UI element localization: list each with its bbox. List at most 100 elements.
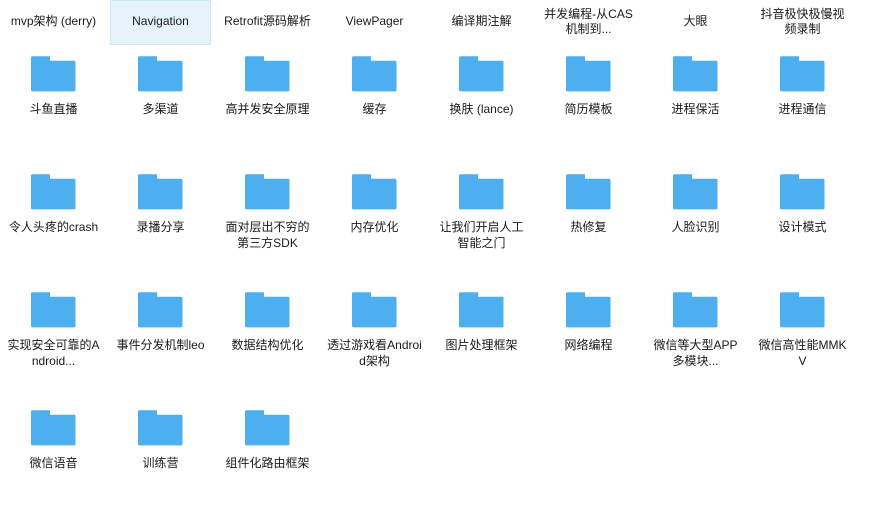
folder-item-label: 微信等大型APP多模块... xyxy=(653,338,738,368)
folder-icon xyxy=(672,56,717,92)
folder-item[interactable]: 缓存 xyxy=(321,46,428,164)
folder-item[interactable]: 换肤 (lance) xyxy=(428,46,535,164)
folder-item-label: 进程保活 xyxy=(671,102,720,116)
folder-item[interactable]: Navigation xyxy=(107,0,214,46)
folder-item[interactable]: 图片处理框架 xyxy=(428,282,535,400)
folder-icon xyxy=(137,410,182,446)
folder-item-hit[interactable]: 令人头疼的crash xyxy=(3,164,104,276)
folder-item[interactable]: 进程保活 xyxy=(642,46,749,164)
folder-item-label: 微信语音 xyxy=(29,456,78,470)
folder-item[interactable]: 设计模式 xyxy=(749,164,856,282)
folder-item[interactable]: 并发编程-从CAS机制到... xyxy=(535,0,642,46)
folder-item-hit[interactable]: 进程保活 xyxy=(645,46,746,158)
folder-icon xyxy=(351,174,396,210)
folder-item-hit[interactable]: 进程通信 xyxy=(752,46,853,158)
folder-item-label: Navigation xyxy=(132,14,189,28)
folder-item-label: 透过游戏看Android架构 xyxy=(327,338,422,368)
folder-item-hit[interactable]: 简历模板 xyxy=(538,46,639,158)
folder-item-label: 编译期注解 xyxy=(451,14,512,28)
folder-item[interactable]: 微信语音 xyxy=(0,400,107,518)
folder-item-hit[interactable]: 人脸识别 xyxy=(645,164,746,276)
folder-item[interactable]: 训练营 xyxy=(107,400,214,518)
folder-item-hit[interactable]: 录播分享 xyxy=(110,164,211,276)
folder-item-hit[interactable]: ViewPager xyxy=(324,0,425,45)
folder-item-label: 热修复 xyxy=(570,220,607,234)
folder-item[interactable]: 微信等大型APP多模块... xyxy=(642,282,749,400)
folder-item-hit[interactable]: 面对层出不穷的第三方SDK xyxy=(217,164,318,276)
folder-item[interactable]: 编译期注解 xyxy=(428,0,535,46)
folder-item-selected[interactable]: Navigation xyxy=(110,0,211,45)
folder-item-hit[interactable]: 大眼 xyxy=(645,0,746,45)
folder-item-hit[interactable]: 热修复 xyxy=(538,164,639,276)
folder-item[interactable]: 热修复 xyxy=(535,164,642,282)
folder-item[interactable]: 网络编程 xyxy=(535,282,642,400)
folder-item[interactable]: mvp架构 (derry) xyxy=(0,0,107,46)
folder-item-label: ViewPager xyxy=(345,14,404,28)
folder-item[interactable]: 让我们开启人工智能之门 xyxy=(428,164,535,282)
folder-icon xyxy=(244,56,289,92)
folder-icon xyxy=(137,174,182,210)
folder-item-hit[interactable]: 微信等大型APP多模块... xyxy=(645,282,746,394)
folder-item-hit[interactable]: 图片处理框架 xyxy=(431,282,532,394)
folder-item[interactable]: 大眼 xyxy=(642,0,749,46)
folder-item-label: 事件分发机制leo xyxy=(116,338,205,352)
folder-item[interactable]: Retrofit源码解析 xyxy=(214,0,321,46)
folder-item-hit[interactable]: 抖音极快极慢视频录制 xyxy=(752,0,853,45)
folder-item[interactable]: 微信高性能MMKV xyxy=(749,282,856,400)
folder-item-hit[interactable]: 数据结构优化 xyxy=(217,282,318,394)
folder-item-label: 录播分享 xyxy=(136,220,185,234)
folder-item-hit[interactable]: 事件分发机制leo xyxy=(110,282,211,394)
folder-item-hit[interactable]: 换肤 (lance) xyxy=(431,46,532,158)
folder-icon xyxy=(565,56,610,92)
folder-item-hit[interactable]: 实现安全可靠的Android... xyxy=(3,282,104,394)
folder-item-label: 内存优化 xyxy=(350,220,399,234)
folder-icon xyxy=(244,292,289,328)
folder-item-hit[interactable]: Retrofit源码解析 xyxy=(217,0,318,45)
folder-icon xyxy=(30,292,75,328)
folder-item-label: 组件化路由框架 xyxy=(225,456,310,470)
folder-item-hit[interactable]: 高并发安全原理 xyxy=(217,46,318,158)
folder-icon xyxy=(137,56,182,92)
folder-item-hit[interactable]: 透过游戏看Android架构 xyxy=(324,282,425,394)
folder-item-hit[interactable]: 编译期注解 xyxy=(431,0,532,45)
folder-item[interactable]: 实现安全可靠的Android... xyxy=(0,282,107,400)
folder-item-label: 缓存 xyxy=(362,102,387,116)
folder-item-hit[interactable]: 训练营 xyxy=(110,400,211,512)
folder-item-hit[interactable]: 网络编程 xyxy=(538,282,639,394)
folder-item[interactable]: 数据结构优化 xyxy=(214,282,321,400)
folder-item-label: 设计模式 xyxy=(778,220,827,234)
folder-item-hit[interactable]: 缓存 xyxy=(324,46,425,158)
folder-item-label: 简历模板 xyxy=(564,102,613,116)
folder-item-hit[interactable]: 斗鱼直播 xyxy=(3,46,104,158)
folder-item-hit[interactable]: mvp架构 (derry) xyxy=(3,0,104,45)
folder-icon xyxy=(458,56,503,92)
folder-item[interactable]: 透过游戏看Android架构 xyxy=(321,282,428,400)
folder-item-hit[interactable]: 设计模式 xyxy=(752,164,853,276)
folder-item-label: Retrofit源码解析 xyxy=(224,14,311,28)
folder-item-hit[interactable]: 让我们开启人工智能之门 xyxy=(431,164,532,276)
folder-item[interactable]: 录播分享 xyxy=(107,164,214,282)
folder-item[interactable]: ViewPager xyxy=(321,0,428,46)
grid-row: 实现安全可靠的Android... 事件分发机制leo 数据结构优化 透过游戏看And… xyxy=(0,282,875,400)
folder-item[interactable]: 事件分发机制leo xyxy=(107,282,214,400)
folder-item-label: 人脸识别 xyxy=(671,220,720,234)
folder-item[interactable]: 进程通信 xyxy=(749,46,856,164)
folder-item-hit[interactable]: 微信高性能MMKV xyxy=(752,282,853,394)
folder-item-hit[interactable]: 微信语音 xyxy=(3,400,104,512)
folder-item-hit[interactable]: 并发编程-从CAS机制到... xyxy=(538,0,639,45)
folder-item[interactable]: 简历模板 xyxy=(535,46,642,164)
folder-item-hit[interactable]: 组件化路由框架 xyxy=(217,400,318,512)
folder-item[interactable]: 人脸识别 xyxy=(642,164,749,282)
folder-item[interactable]: 内存优化 xyxy=(321,164,428,282)
folder-item-hit[interactable]: 多渠道 xyxy=(110,46,211,158)
folder-item[interactable]: 高并发安全原理 xyxy=(214,46,321,164)
folder-item[interactable]: 令人头疼的crash xyxy=(0,164,107,282)
grid-row: mvp架构 (derry) Navigation Retrofit源码解析 ViewP… xyxy=(0,0,875,46)
folder-item[interactable]: 多渠道 xyxy=(107,46,214,164)
folder-item[interactable]: 组件化路由框架 xyxy=(214,400,321,518)
folder-item[interactable]: 斗鱼直播 xyxy=(0,46,107,164)
folder-item[interactable]: 面对层出不穷的第三方SDK xyxy=(214,164,321,282)
folder-item[interactable]: 抖音极快极慢视频录制 xyxy=(749,0,856,46)
folder-item-hit[interactable]: 内存优化 xyxy=(324,164,425,276)
folder-icon xyxy=(30,174,75,210)
